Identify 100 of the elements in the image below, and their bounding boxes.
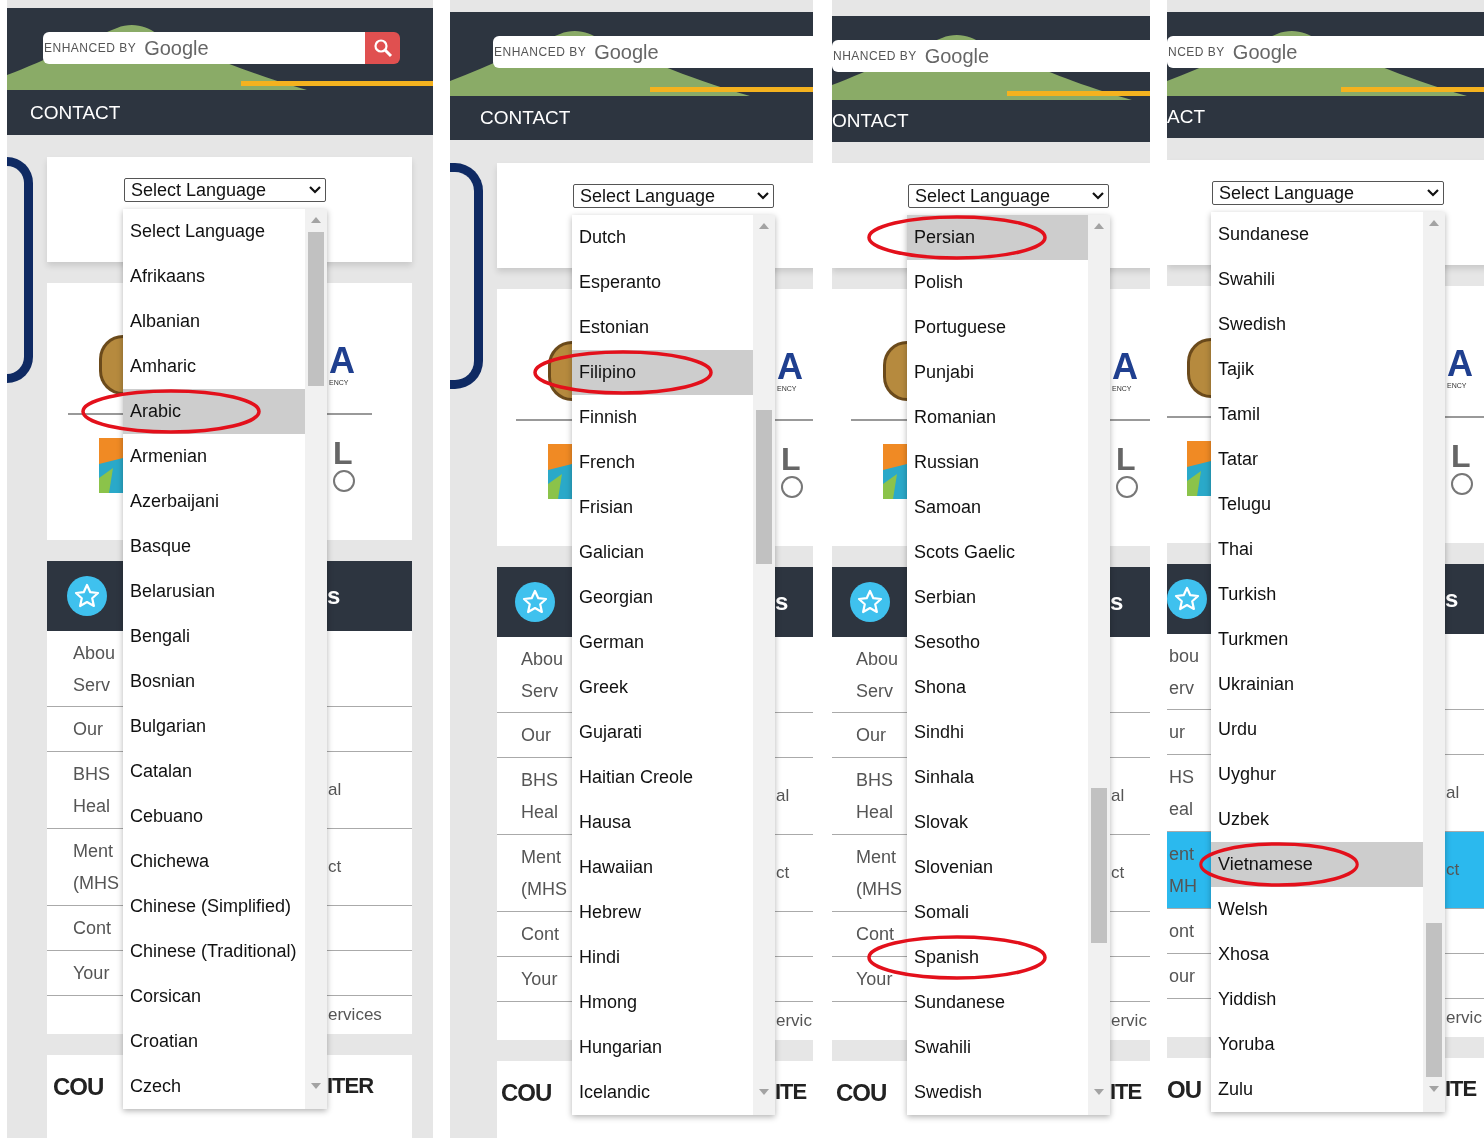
language-option[interactable]: Basque bbox=[123, 524, 305, 569]
scroll-down-arrow-icon[interactable] bbox=[1429, 1086, 1439, 1092]
language-option[interactable]: Sundanese bbox=[907, 980, 1088, 1025]
language-option[interactable]: Swahili bbox=[1211, 257, 1423, 302]
language-option[interactable]: Belarusian bbox=[123, 569, 305, 614]
language-option[interactable]: Hausa bbox=[572, 800, 753, 845]
language-option[interactable]: Hawaiian bbox=[572, 845, 753, 890]
language-option[interactable]: Greek bbox=[572, 665, 753, 710]
language-option[interactable]: Estonian bbox=[572, 305, 753, 350]
scroll-up-arrow-icon[interactable] bbox=[1429, 220, 1439, 226]
search-field[interactable]: NCED BY Google bbox=[1167, 36, 1484, 68]
language-option[interactable]: Tajik bbox=[1211, 347, 1423, 392]
language-option[interactable]: Azerbaijani bbox=[123, 479, 305, 524]
language-option[interactable]: Welsh bbox=[1211, 887, 1423, 932]
language-option[interactable]: Bulgarian bbox=[123, 704, 305, 749]
search-field[interactable]: NHANCED BY Google bbox=[832, 40, 1150, 72]
language-option[interactable]: Slovak bbox=[907, 800, 1088, 845]
language-option[interactable]: Icelandic bbox=[572, 1070, 753, 1115]
language-option[interactable]: French bbox=[572, 440, 753, 485]
search-field[interactable]: ENHANCED BY Google bbox=[43, 32, 365, 64]
scroll-down-arrow-icon[interactable] bbox=[311, 1083, 321, 1089]
language-option[interactable]: Spanish bbox=[907, 935, 1088, 980]
language-option[interactable]: Bengali bbox=[123, 614, 305, 659]
language-option[interactable]: Scots Gaelic bbox=[907, 530, 1088, 575]
language-select[interactable]: Select Language bbox=[1212, 181, 1444, 205]
nav-link[interactable]: CONTACT bbox=[480, 104, 571, 133]
scrollbar[interactable] bbox=[753, 215, 775, 1115]
language-option[interactable]: Esperanto bbox=[572, 260, 753, 305]
language-option[interactable]: Tamil bbox=[1211, 392, 1423, 437]
language-option[interactable]: Chichewa bbox=[123, 839, 305, 884]
language-option[interactable]: Tatar bbox=[1211, 437, 1423, 482]
language-option[interactable]: Turkmen bbox=[1211, 617, 1423, 662]
language-option[interactable]: Somali bbox=[907, 890, 1088, 935]
language-option[interactable]: Bosnian bbox=[123, 659, 305, 704]
language-option[interactable]: Hungarian bbox=[572, 1025, 753, 1070]
language-option[interactable]: Swahili bbox=[907, 1025, 1088, 1070]
scroll-up-arrow-icon[interactable] bbox=[1094, 223, 1104, 229]
language-option[interactable]: Urdu bbox=[1211, 707, 1423, 752]
language-option[interactable]: Swedish bbox=[907, 1070, 1088, 1115]
language-option[interactable]: Shona bbox=[907, 665, 1088, 710]
language-option[interactable]: Yoruba bbox=[1211, 1022, 1423, 1067]
language-option[interactable]: Ukrainian bbox=[1211, 662, 1423, 707]
language-option[interactable]: Albanian bbox=[123, 299, 305, 344]
language-option[interactable]: Swedish bbox=[1211, 302, 1423, 347]
language-option[interactable]: Hmong bbox=[572, 980, 753, 1025]
language-option[interactable]: Telugu bbox=[1211, 482, 1423, 527]
language-option[interactable]: Catalan bbox=[123, 749, 305, 794]
scrollbar[interactable] bbox=[1088, 215, 1110, 1115]
language-option[interactable]: Czech bbox=[123, 1064, 305, 1109]
language-option[interactable]: Polish bbox=[907, 260, 1088, 305]
language-option[interactable]: Serbian bbox=[907, 575, 1088, 620]
nav-link[interactable]: CONTACT bbox=[30, 98, 121, 128]
search-field[interactable]: ENHANCED BY Google bbox=[493, 36, 813, 68]
language-option[interactable]: Zulu bbox=[1211, 1067, 1423, 1112]
search-button[interactable] bbox=[365, 32, 400, 64]
nav-link[interactable]: ACT bbox=[1167, 103, 1205, 132]
language-option[interactable]: Thai bbox=[1211, 527, 1423, 572]
language-select[interactable]: Select Language bbox=[908, 184, 1109, 208]
language-option[interactable]: Chinese (Simplified) bbox=[123, 884, 305, 929]
language-option[interactable]: Xhosa bbox=[1211, 932, 1423, 977]
language-option[interactable]: Finnish bbox=[572, 395, 753, 440]
language-option[interactable]: Chinese (Traditional) bbox=[123, 929, 305, 974]
language-option[interactable]: Afrikaans bbox=[123, 254, 305, 299]
scrollbar-thumb[interactable] bbox=[308, 231, 324, 387]
language-option[interactable]: Portuguese bbox=[907, 305, 1088, 350]
language-option[interactable]: Punjabi bbox=[907, 350, 1088, 395]
language-option[interactable]: Croatian bbox=[123, 1019, 305, 1064]
language-option[interactable]: Frisian bbox=[572, 485, 753, 530]
language-option[interactable]: Dutch bbox=[572, 215, 753, 260]
language-select[interactable]: Select Language bbox=[124, 178, 326, 202]
language-option[interactable]: Hindi bbox=[572, 935, 753, 980]
language-option[interactable]: Galician bbox=[572, 530, 753, 575]
nav-link[interactable]: ONTACT bbox=[832, 107, 909, 136]
language-option[interactable]: Cebuano bbox=[123, 794, 305, 839]
scrollbar-thumb[interactable] bbox=[1091, 788, 1107, 943]
scrollbar[interactable] bbox=[1423, 212, 1445, 1112]
language-option[interactable]: Hebrew bbox=[572, 890, 753, 935]
language-option[interactable]: Haitian Creole bbox=[572, 755, 753, 800]
language-option[interactable]: Samoan bbox=[907, 485, 1088, 530]
scroll-down-arrow-icon[interactable] bbox=[759, 1089, 769, 1095]
language-option[interactable]: Russian bbox=[907, 440, 1088, 485]
language-option[interactable]: Uzbek bbox=[1211, 797, 1423, 842]
language-option[interactable]: Sundanese bbox=[1211, 212, 1423, 257]
language-option[interactable]: Sesotho bbox=[907, 620, 1088, 665]
scroll-up-arrow-icon[interactable] bbox=[759, 223, 769, 229]
language-option[interactable]: Romanian bbox=[907, 395, 1088, 440]
language-option[interactable]: Uyghur bbox=[1211, 752, 1423, 797]
scrollbar-thumb[interactable] bbox=[1426, 922, 1442, 1078]
language-option[interactable]: Turkish bbox=[1211, 572, 1423, 617]
language-option[interactable]: Slovenian bbox=[907, 845, 1088, 890]
language-option[interactable]: Armenian bbox=[123, 434, 305, 479]
scroll-up-arrow-icon[interactable] bbox=[311, 217, 321, 223]
language-option[interactable]: Yiddish bbox=[1211, 977, 1423, 1022]
language-select[interactable]: Select Language bbox=[573, 184, 774, 208]
language-option[interactable]: Corsican bbox=[123, 974, 305, 1019]
scroll-down-arrow-icon[interactable] bbox=[1094, 1089, 1104, 1095]
language-option[interactable]: Amharic bbox=[123, 344, 305, 389]
language-option[interactable]: German bbox=[572, 620, 753, 665]
language-option[interactable]: Sinhala bbox=[907, 755, 1088, 800]
language-option[interactable]: Select Language bbox=[123, 209, 305, 254]
